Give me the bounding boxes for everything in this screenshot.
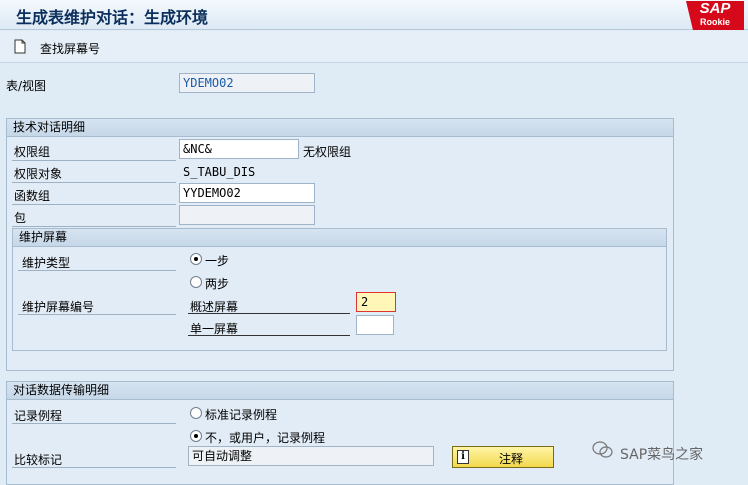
compare-label: 比较标记: [14, 453, 63, 467]
auth-group-desc: 无权限组: [303, 145, 352, 159]
maint-type-label: 维护类型: [22, 256, 71, 270]
row-underline: [12, 226, 176, 227]
row-underline: [12, 182, 176, 183]
overview-screen-input[interactable]: 2: [356, 292, 396, 312]
row-underline: [18, 270, 176, 271]
row-underline: [12, 467, 176, 468]
single-screen-input[interactable]: [356, 315, 394, 335]
screen-no-label: 维护屏幕编号: [22, 300, 95, 314]
function-group-label: 函数组: [14, 189, 51, 203]
auth-group-field[interactable]: &NC&: [179, 139, 299, 159]
function-group-field[interactable]: YYDEMO02: [179, 183, 315, 203]
package-field: [179, 205, 315, 225]
table-view-field: YDEMO02: [179, 73, 315, 93]
row-underline: [188, 335, 350, 336]
maint-screen-group: 维护屏幕: [12, 228, 667, 351]
row-underline: [12, 423, 176, 424]
one-step-radio[interactable]: [190, 253, 202, 265]
no-routine-label: 不，或用户，记录例程: [205, 431, 326, 445]
transport-header: 对话数据传输明细: [7, 382, 673, 400]
no-routine-radio[interactable]: [190, 430, 202, 442]
row-underline: [188, 313, 350, 314]
auth-object-label: 权限对象: [14, 167, 63, 181]
title-bar: 生成表维护对话：生成环境 SAP Rookie: [0, 0, 748, 30]
package-label: 包: [14, 211, 27, 225]
auth-group-label: 权限组: [14, 145, 51, 159]
tech-details-header: 技术对话明细: [7, 119, 673, 137]
standard-routine-radio[interactable]: [190, 407, 202, 419]
find-screen-button[interactable]: 查找屏幕号: [40, 40, 100, 57]
document-icon[interactable]: [14, 39, 26, 54]
transport-group: 对话数据传输明细: [6, 381, 674, 485]
note-button-label: 注释: [499, 452, 524, 466]
two-step-radio[interactable]: [190, 276, 202, 288]
auth-object-value: S_TABU_DIS: [183, 165, 256, 179]
maint-screen-header: 维护屏幕: [13, 229, 666, 247]
row-underline: [18, 314, 176, 315]
chat-bubble-icon: [592, 441, 613, 458]
table-view-label: 表/视图: [6, 79, 47, 93]
row-underline: [12, 160, 176, 161]
info-icon: i: [457, 450, 469, 464]
note-button[interactable]: i 注释: [452, 446, 554, 468]
compare-field: 可自动调整: [188, 446, 434, 466]
window-title: 生成表维护对话：生成环境: [16, 8, 209, 27]
two-step-label: 两步: [205, 277, 230, 291]
application-toolbar: 查找屏幕号: [0, 31, 748, 63]
row-underline: [12, 204, 176, 205]
routine-label: 记录例程: [14, 409, 63, 423]
standard-routine-label: 标准记录例程: [205, 408, 278, 422]
watermark-text: SAP菜鸟之家: [620, 447, 704, 463]
one-step-label: 一步: [205, 254, 230, 268]
sap-rookie-logo: SAP Rookie: [686, 1, 744, 30]
